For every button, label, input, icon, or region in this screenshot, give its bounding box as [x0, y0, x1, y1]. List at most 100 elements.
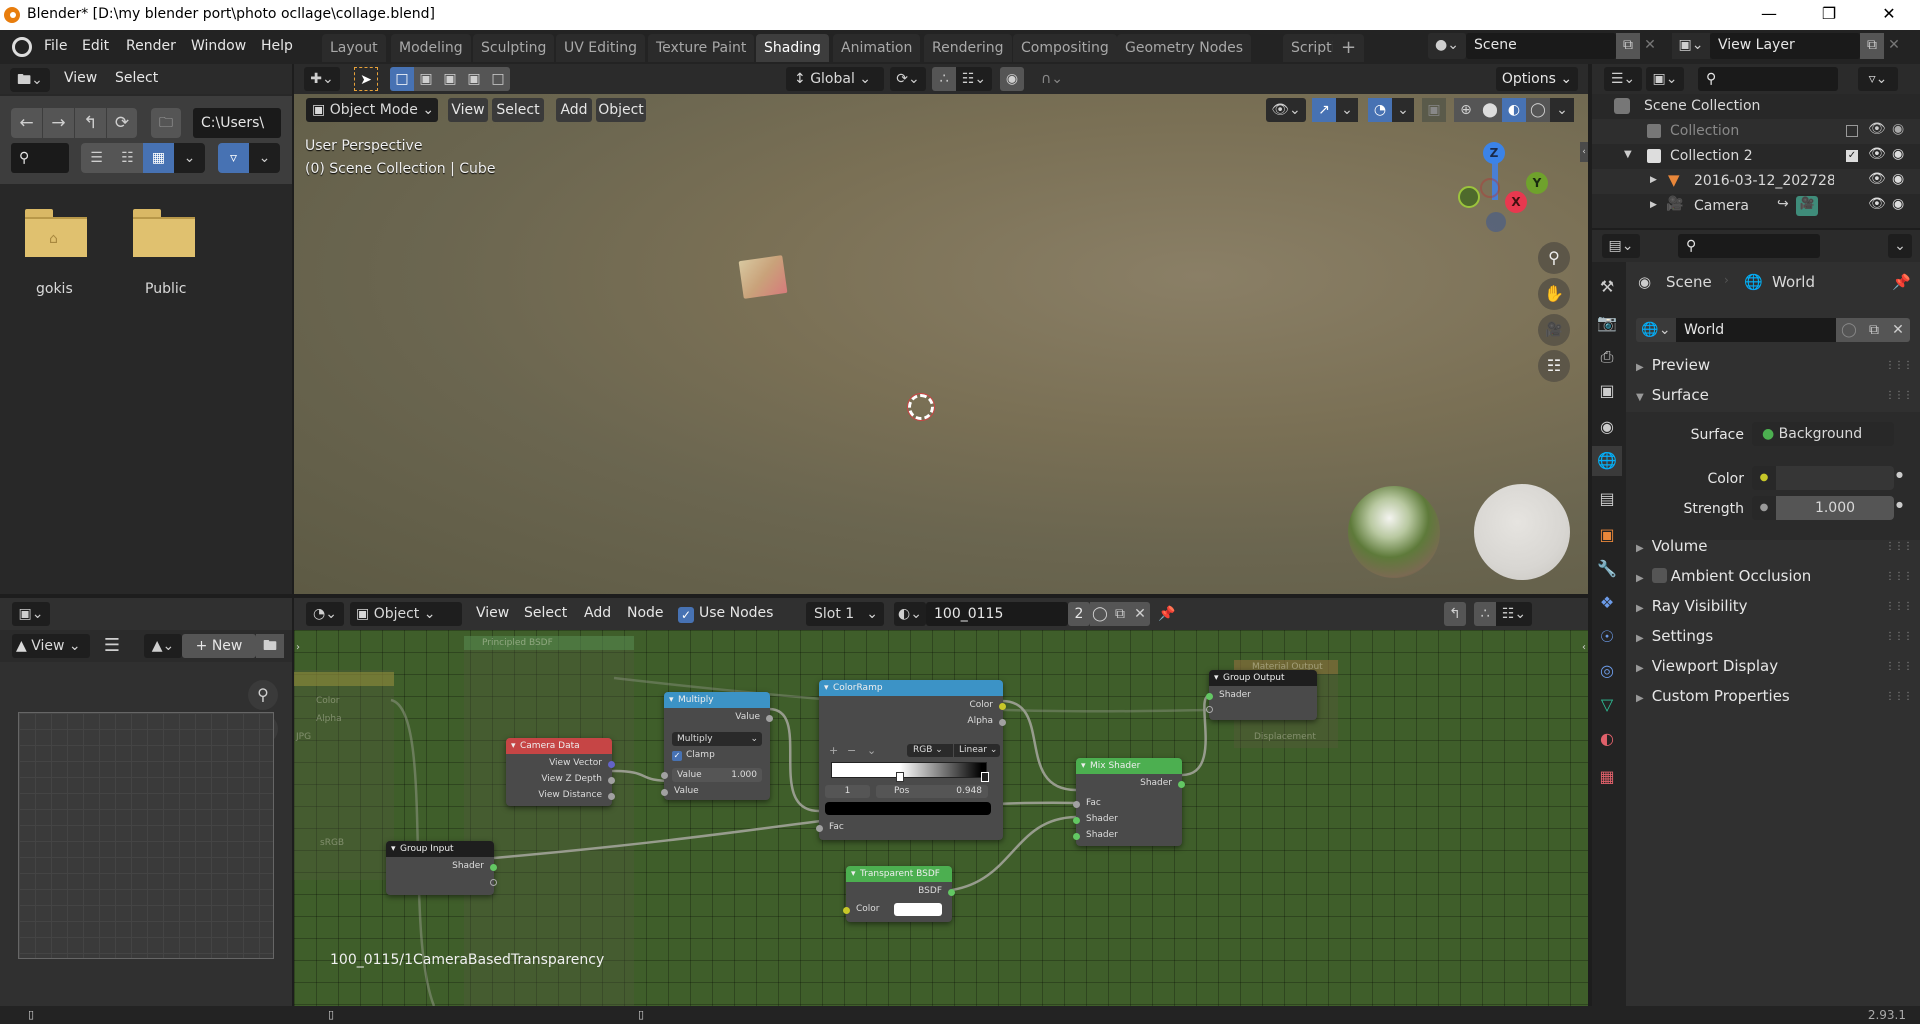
visibility-selectability-icon[interactable]: 👁⌄	[1266, 98, 1306, 122]
node-menu-node[interactable]: Node	[627, 605, 664, 621]
socket-view-distance[interactable]	[608, 793, 615, 800]
collection-2-render-camera-icon[interactable]: ◉	[1892, 146, 1904, 162]
surface-shader-selector[interactable]: ● Background	[1752, 422, 1894, 446]
color-field[interactable]	[1776, 466, 1894, 490]
socket-group-output-empty[interactable]	[1206, 706, 1213, 713]
drag-handle-icon[interactable]: ⋮⋮⋮	[1885, 691, 1913, 702]
node-transparent-bsdf[interactable]: Transparent BSDF BSDF Color	[843, 866, 955, 922]
back-icon[interactable]: ←	[11, 108, 42, 138]
file-search-input[interactable]: ⚲	[11, 143, 69, 173]
3d-viewport[interactable]: ✚⌄ ➤ □ ▣ ▣ ▣ □ ↕ Global ⌄ ⟳⌄ ∴ ☷⌄ ◉ ∩⌄ O…	[294, 64, 1588, 594]
strength-field[interactable]: 1.000	[1776, 496, 1894, 520]
node-sidebar-toggle-icon[interactable]: ‹	[1580, 638, 1588, 658]
tab-output-icon[interactable]: ⎙	[1592, 342, 1622, 372]
drag-handle-icon[interactable]: ⋮⋮⋮	[1885, 360, 1913, 371]
3d-cursor[interactable]	[907, 393, 935, 421]
expand-camera-icon[interactable]: ▶	[1650, 200, 1657, 210]
socket-view-vector[interactable]	[608, 761, 615, 768]
hamburger-menu-icon[interactable]: ☰	[100, 634, 124, 658]
camera-view-icon[interactable]: 🎥	[1538, 314, 1570, 346]
browse-image-icon[interactable]: ▲⌄	[144, 634, 182, 658]
outliner-row-collection[interactable]: Collection 👁 ◉	[1592, 119, 1920, 144]
drag-handle-icon[interactable]: ⋮⋮⋮	[1885, 631, 1913, 642]
pin-properties-icon[interactable]: 📌	[1892, 273, 1911, 291]
socket-transparent-color[interactable]	[843, 907, 850, 914]
sidebar-toggle-icon[interactable]: ‹	[1580, 142, 1588, 162]
unlink-material-icon[interactable]: ✕	[1130, 602, 1150, 626]
world-fake-user-shield-icon[interactable]: ◯	[1836, 318, 1862, 342]
tab-tool-icon[interactable]: ⚒	[1592, 272, 1622, 302]
panel-settings[interactable]: ▶ Settings	[1636, 627, 1713, 645]
socket-group-output-shader[interactable]	[1206, 693, 1213, 700]
tab-texture-paint[interactable]: Texture Paint	[648, 34, 755, 62]
viewport-menu-object[interactable]: Object	[596, 98, 646, 122]
outliner-row-camera[interactable]: ▶ 🎥 Camera ↪ 🎥 👁 ◉	[1592, 194, 1920, 219]
parent-directory-icon[interactable]: ↰	[75, 108, 106, 138]
close-icon[interactable]: ✕	[1866, 0, 1912, 30]
material-preview-shading-icon[interactable]: ◐	[1502, 98, 1526, 122]
collection-render-camera-icon[interactable]: ◉	[1892, 121, 1904, 137]
home-folder-icon[interactable]: ⌂	[25, 209, 87, 257]
tab-geometry-nodes[interactable]: Geometry Nodes	[1117, 34, 1252, 62]
snap-icon[interactable]: ∴	[932, 67, 956, 91]
view-layer-field[interactable]: View Layer	[1710, 33, 1860, 59]
image-view-dropdown[interactable]: ▲ View ⌄	[12, 634, 90, 658]
pan-view-hand-icon[interactable]: ✋	[1538, 278, 1570, 310]
stop-index-field[interactable]: 1	[825, 785, 870, 798]
socket-fac-input[interactable]	[816, 825, 823, 832]
slot-dropdown[interactable]: Slot 1 ⌄	[806, 602, 884, 626]
proportional-edit-icon[interactable]: ◉	[1000, 67, 1024, 91]
node-camera-data-header[interactable]: Camera Data	[506, 738, 612, 754]
camera-render-camera-icon[interactable]: ◉	[1892, 196, 1904, 212]
node-camera-data[interactable]: Camera Data View Vector View Z Depth Vie…	[506, 738, 615, 806]
panel-volume[interactable]: ▶ Volume	[1636, 537, 1708, 555]
color-stop-white[interactable]	[896, 772, 904, 782]
gizmo-neg-y-axis[interactable]	[1458, 186, 1480, 208]
blender-menu-icon[interactable]	[12, 37, 32, 57]
stop-position-field[interactable]: Pos 0.948	[876, 785, 988, 798]
gizmo-y-axis[interactable]: Y	[1526, 172, 1548, 194]
select-tool-icon[interactable]: ➤	[354, 67, 378, 91]
refresh-icon[interactable]: ⟳	[107, 108, 137, 138]
collection-2-visibility-eye-icon[interactable]: 👁	[1868, 146, 1886, 162]
node-mix-shader[interactable]: Mix Shader Shader Fac Shader Shader	[1073, 758, 1185, 846]
multiply-value-field[interactable]: Value 1.000	[672, 768, 762, 782]
camera-visibility-eye-icon[interactable]: 👁	[1868, 196, 1886, 212]
panel-custom-properties[interactable]: ▶ Custom Properties	[1636, 687, 1790, 705]
tab-shading[interactable]: Shading	[756, 34, 829, 62]
use-nodes-checkbox[interactable]: ✓	[678, 607, 694, 623]
shader-node-editor[interactable]: ◔⌄ ▣ Object ⌄ View Select Add Node ✓ Use…	[294, 598, 1588, 1012]
shading-options-chevron-icon[interactable]: ⌄	[1550, 98, 1574, 122]
material-name-field[interactable]: 100_0115	[926, 602, 1068, 626]
node-menu-view[interactable]: View	[476, 605, 509, 621]
socket-color-output[interactable]	[999, 703, 1006, 710]
snap-target-icon[interactable]: ☷⌄	[956, 67, 992, 91]
socket-mix-fac[interactable]	[1073, 801, 1080, 808]
delete-view-layer-icon[interactable]: ✕	[1884, 33, 1904, 59]
collection-2-name[interactable]: Collection 2	[1670, 148, 1753, 164]
fake-user-shield-icon[interactable]: ◯	[1090, 602, 1110, 626]
color-keyframe-dot-icon[interactable]: ●	[1896, 470, 1903, 479]
mesh-object-name[interactable]: 2016-03-12_20272899	[1694, 173, 1834, 189]
add-stop-icon[interactable]: +	[829, 744, 838, 757]
gizmo-x-axis[interactable]: X	[1505, 191, 1527, 213]
options-dropdown[interactable]: Options ⌄	[1496, 67, 1578, 91]
node-snap-icon[interactable]: ∴	[1474, 602, 1496, 626]
file-item-public[interactable]: Public	[145, 281, 186, 297]
ortho-perspective-grid-icon[interactable]: ☷	[1538, 350, 1570, 382]
gizmo-options-chevron-icon[interactable]: ⌄	[1336, 98, 1358, 122]
collection-2-exclude-checkbox[interactable]: ✓	[1846, 150, 1858, 162]
menu-file[interactable]: File	[44, 38, 67, 54]
clamp-checkbox[interactable]: ✓	[672, 751, 682, 761]
expand-mesh-icon[interactable]: ▶	[1650, 175, 1657, 185]
tab-physics-icon[interactable]: ☉	[1592, 622, 1622, 652]
expand-collection-2-icon[interactable]: ▼	[1624, 149, 1632, 160]
tab-view-layer-icon[interactable]: ▣	[1592, 376, 1622, 406]
outliner-filter-icon[interactable]: ▿⌄	[1858, 67, 1898, 91]
tab-compositing[interactable]: Compositing	[1013, 34, 1117, 62]
tab-constraints-icon[interactable]: ◎	[1592, 656, 1622, 686]
node-toolbar-toggle-icon[interactable]: ›	[294, 638, 302, 658]
gizmo-neg-z-axis[interactable]	[1486, 212, 1506, 232]
transform-pivot-icon[interactable]: ✚⌄	[304, 67, 340, 91]
filter-options-chevron-icon[interactable]: ⌄	[249, 143, 280, 173]
